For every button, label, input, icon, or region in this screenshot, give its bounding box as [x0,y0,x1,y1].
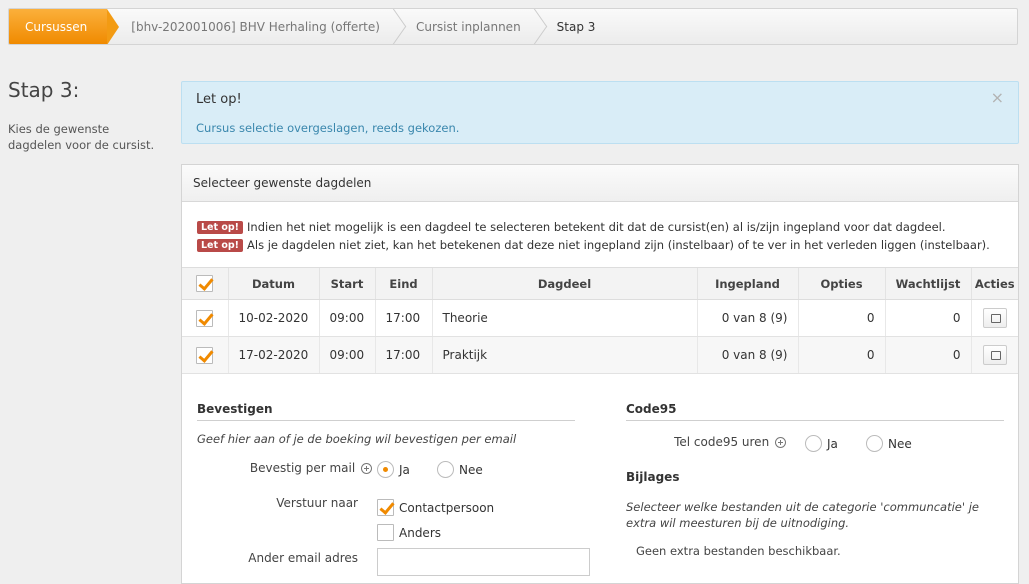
warning-badge: Let op! [197,220,244,234]
cell-start: 09:00 [318,336,375,374]
col-wachtlijst[interactable]: Wachtlijst [884,267,971,300]
step-description: Kies de gewenste dagdelen voor de cursis… [8,122,155,152]
col-acties: Acties [970,267,1018,300]
bijlages-empty: Geen extra bestanden beschikbaar. [636,544,841,558]
alert-text: Cursus selectie overgeslagen, reeds geko… [196,121,460,135]
bevestig-ja-radio[interactable] [377,461,394,478]
note-line: Let op! Indien het niet mogelijk is een … [197,218,990,236]
row-checkbox[interactable] [196,309,214,327]
row-check-cell [182,336,228,374]
dagdelen-panel: Selecteer gewenste dagdelen Let op! Indi… [181,164,1019,584]
note-line: Let op! Als je dagdelen niet ziet, kan h… [197,236,990,254]
code95-nee-radio[interactable] [866,435,883,452]
bevestig-nee-label: Nee [459,462,483,477]
note-text: Indien het niet mogelijk is een dagdeel … [247,220,946,234]
bevestig-mail-label: Bevestig per mail [222,461,372,475]
cell-datum: 10-02-2020 [227,299,319,337]
ander-email-field[interactable] [377,548,590,576]
bevestig-ja-option[interactable]: Ja [377,461,410,478]
info-alert: Let op! Cursus selectie overgeslagen, re… [181,81,1019,144]
cell-start: 09:00 [318,299,375,337]
col-datum[interactable]: Datum [227,267,319,300]
col-dagdeel[interactable]: Dagdeel [431,267,697,300]
breadcrumb: Cursussen [bhv-202001006] BHV Herhaling … [8,8,1018,45]
col-ingepland[interactable]: Ingepland [696,267,798,300]
code95-title: Code95 [626,402,1004,421]
code95-label-text: Tel code95 uren [674,435,770,449]
cell-wachtlijst: 0 [884,299,971,337]
code95-ja-option[interactable]: Ja [805,435,838,452]
contactpersoon-checkbox[interactable] [377,499,394,516]
code95-ja-label: Ja [827,436,838,451]
cell-eind: 17:00 [374,336,432,374]
code95-nee-option[interactable]: Nee [866,435,912,452]
warning-badge: Let op! [197,238,244,252]
email-label: Ander email adres [248,551,358,565]
notes: Let op! Indien het niet mogelijk is een … [197,218,990,254]
code95-label: Tel code95 uren [622,435,786,449]
breadcrumb-cursussen[interactable]: Cursussen [9,9,120,44]
anders-label: Anders [399,525,441,540]
code95-nee-label: Nee [888,436,912,451]
note-action-button[interactable] [982,345,1007,365]
anders-checkbox[interactable] [377,524,394,541]
alert-title: Let op! [196,92,242,107]
cell-acties [970,299,1018,337]
cell-dagdeel: Theorie [431,299,697,337]
col-start[interactable]: Start [318,267,375,300]
cell-eind: 17:00 [374,299,432,337]
verstuur-label: Verstuur naar [276,496,358,510]
breadcrumb-current-step: Stap 3 [556,19,596,34]
panel-title: Selecteer gewenste dagdelen [182,165,1018,202]
bevestigen-title: Bevestigen [197,402,575,421]
bevestigen-hint: Geef hier aan of je de boeking wil beves… [197,432,517,446]
contactpersoon-option[interactable]: Contactpersoon [377,499,494,516]
cell-acties [970,336,1018,374]
bijlages-title: Bijlages [626,470,680,484]
cell-opties: 0 [797,299,885,337]
note-text: Als je dagdelen niet ziet, kan het betek… [247,238,990,252]
select-all-cell [182,267,228,300]
table-row: 17-02-2020 09:00 17:00 Praktijk 0 van 8 … [182,336,1018,374]
note-action-button[interactable] [982,308,1007,328]
cell-ingepland: 0 van 8 (9) [696,299,798,337]
breadcrumb-cursist-inplannen[interactable]: Cursist inplannen [396,9,537,44]
bevestig-ja-label: Ja [399,462,410,477]
bevestig-mail-text: Bevestig per mail [249,461,356,475]
bevestig-nee-option[interactable]: Nee [437,461,483,478]
close-icon[interactable]: × [991,88,1004,107]
table-row: 10-02-2020 09:00 17:00 Theorie 0 van 8 (… [182,299,1018,337]
select-all-checkbox[interactable] [196,275,214,292]
cell-datum: 17-02-2020 [227,336,319,374]
plus-circle-icon[interactable] [775,437,786,448]
col-opties[interactable]: Opties [797,267,885,300]
row-check-cell [182,299,228,337]
cell-opties: 0 [797,336,885,374]
cell-dagdeel: Praktijk [431,336,697,374]
anders-option[interactable]: Anders [377,524,441,541]
bijlages-hint: Selecteer welke bestanden uit de categor… [626,500,979,530]
plus-circle-icon[interactable] [361,463,372,474]
cell-wachtlijst: 0 [884,336,971,374]
dagdelen-table: Datum Start Eind Dagdeel Ingepland Optie… [182,267,1018,374]
code95-ja-radio[interactable] [805,435,822,452]
step-title: Stap 3: [8,78,80,102]
col-eind[interactable]: Eind [374,267,432,300]
table-header-row: Datum Start Eind Dagdeel Ingepland Optie… [182,267,1018,300]
breadcrumb-course[interactable]: [bhv-202001006] BHV Herhaling (offerte) [111,9,396,44]
bevestig-nee-radio[interactable] [437,461,454,478]
contactpersoon-label: Contactpersoon [399,500,495,515]
row-checkbox[interactable] [196,346,214,364]
cell-ingepland: 0 van 8 (9) [696,336,798,374]
